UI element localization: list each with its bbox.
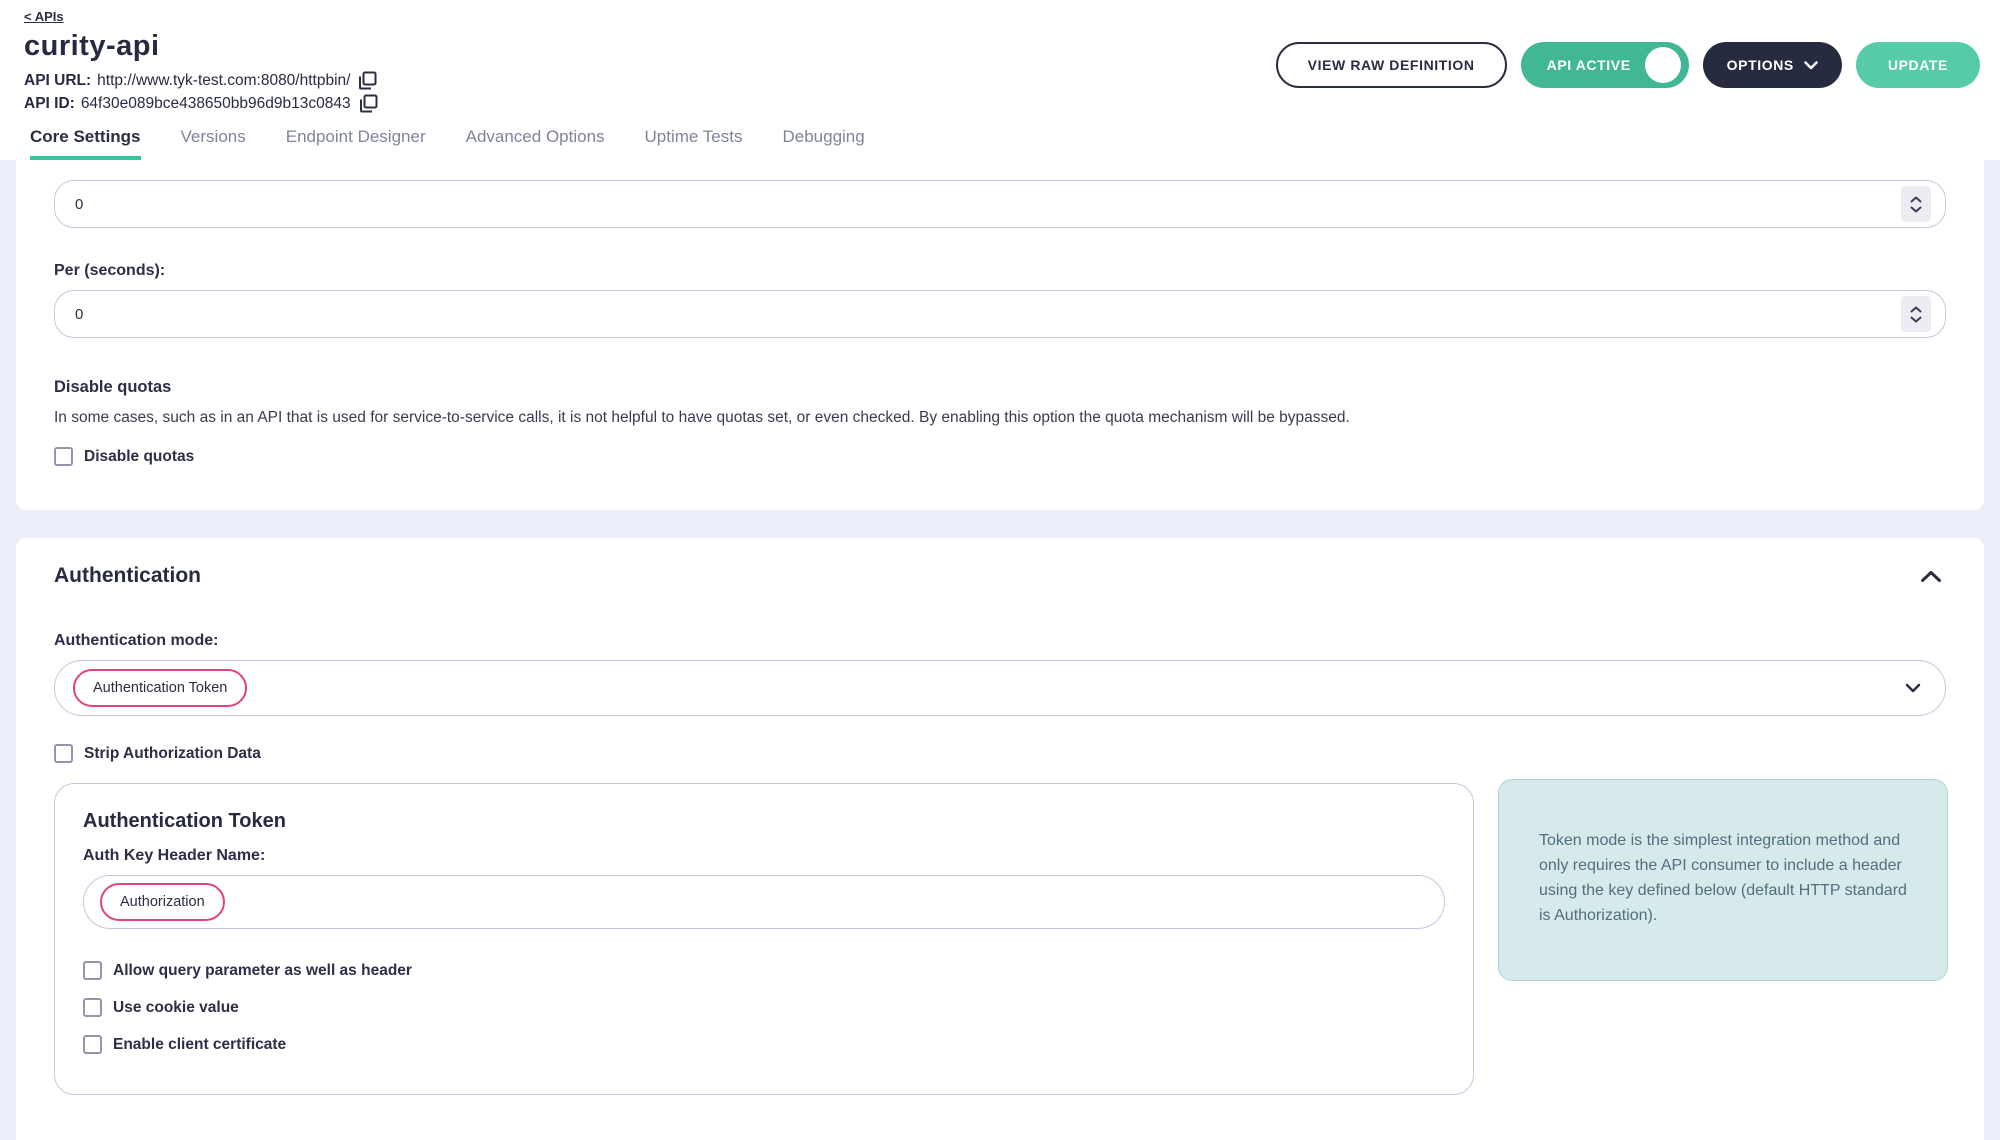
chevron-up-icon[interactable] bbox=[1916, 566, 1946, 587]
toggle-knob bbox=[1645, 47, 1681, 83]
rate-limit-card: 0 Per (seconds): 0 Disable quotas In som… bbox=[16, 160, 1984, 510]
tab-versions[interactable]: Versions bbox=[181, 127, 246, 160]
tab-core-settings[interactable]: Core Settings bbox=[30, 127, 141, 160]
tab-endpoint-designer[interactable]: Endpoint Designer bbox=[286, 127, 426, 160]
allow-query-parameter-checkbox-row[interactable]: Allow query parameter as well as header bbox=[83, 961, 1445, 980]
tab-bar: Core Settings Versions Endpoint Designer… bbox=[24, 127, 1984, 160]
strip-authorization-checkbox-label: Strip Authorization Data bbox=[84, 745, 261, 763]
tab-uptime-tests[interactable]: Uptime Tests bbox=[645, 127, 743, 160]
authentication-section-title: Authentication bbox=[54, 564, 201, 588]
allow-query-parameter-label: Allow query parameter as well as header bbox=[113, 962, 412, 980]
auth-key-header-input[interactable]: Authorization bbox=[83, 875, 1445, 929]
authentication-token-box: Authentication Token Auth Key Header Nam… bbox=[54, 783, 1474, 1095]
auth-key-header-value-tag: Authorization bbox=[100, 883, 225, 921]
api-active-toggle[interactable]: API ACTIVE bbox=[1521, 42, 1689, 88]
authentication-token-heading: Authentication Token bbox=[83, 810, 1445, 833]
enable-client-certificate-label: Enable client certificate bbox=[113, 1036, 286, 1054]
per-seconds-input[interactable]: 0 bbox=[54, 290, 1946, 338]
auth-key-header-label: Auth Key Header Name: bbox=[83, 847, 1445, 865]
update-button[interactable]: UPDATE bbox=[1856, 42, 1980, 88]
tab-debugging[interactable]: Debugging bbox=[782, 127, 864, 160]
disable-quotas-checkbox-label: Disable quotas bbox=[84, 448, 194, 466]
token-mode-info-text: Token mode is the simplest integration m… bbox=[1539, 828, 1907, 928]
view-raw-definition-button[interactable]: VIEW RAW DEFINITION bbox=[1276, 42, 1507, 88]
page-title: curity-api bbox=[24, 30, 378, 63]
tab-advanced-options[interactable]: Advanced Options bbox=[466, 127, 605, 160]
use-cookie-value-checkbox-row[interactable]: Use cookie value bbox=[83, 998, 1445, 1017]
strip-authorization-checkbox-row[interactable]: Strip Authorization Data bbox=[54, 744, 1946, 763]
chevron-down-icon bbox=[1905, 683, 1921, 693]
api-identity: curity-api API URL: http://www.tyk-test.… bbox=[24, 26, 378, 117]
per-seconds-label: Per (seconds): bbox=[54, 262, 1946, 280]
options-button[interactable]: OPTIONS bbox=[1703, 42, 1842, 88]
page-header: < APIs curity-api API URL: http://www.ty… bbox=[0, 0, 2000, 160]
disable-quotas-heading: Disable quotas bbox=[54, 378, 1946, 397]
enable-client-certificate-checkbox-row[interactable]: Enable client certificate bbox=[83, 1035, 1445, 1054]
rate-input-value: 0 bbox=[75, 196, 83, 213]
authentication-mode-value-tag: Authentication Token bbox=[73, 669, 247, 707]
options-button-label: OPTIONS bbox=[1727, 57, 1794, 73]
api-id-label: API ID: bbox=[24, 95, 75, 113]
breadcrumb-apis-link[interactable]: < APIs bbox=[24, 9, 64, 24]
header-actions: VIEW RAW DEFINITION API ACTIVE OPTIONS U… bbox=[1276, 42, 1980, 88]
chevron-down-icon bbox=[1804, 61, 1818, 70]
copy-api-url-icon[interactable] bbox=[358, 71, 377, 90]
per-seconds-input-value: 0 bbox=[75, 306, 83, 323]
api-url-value: http://www.tyk-test.com:8080/httpbin/ bbox=[97, 72, 350, 90]
disable-quotas-description: In some cases, such as in an API that is… bbox=[54, 407, 1946, 429]
use-cookie-value-label: Use cookie value bbox=[113, 999, 239, 1017]
allow-query-parameter-checkbox[interactable] bbox=[83, 961, 102, 980]
number-spinner-icon[interactable] bbox=[1901, 296, 1931, 332]
copy-api-id-icon[interactable] bbox=[359, 94, 378, 113]
use-cookie-value-checkbox[interactable] bbox=[83, 998, 102, 1017]
token-mode-info-box: Token mode is the simplest integration m… bbox=[1498, 779, 1948, 981]
disable-quotas-checkbox-row[interactable]: Disable quotas bbox=[54, 447, 1946, 466]
authentication-mode-select[interactable]: Authentication Token bbox=[54, 660, 1946, 716]
page-content: 0 Per (seconds): 0 Disable quotas In som… bbox=[0, 160, 2000, 1140]
api-url-label: API URL: bbox=[24, 72, 91, 90]
disable-quotas-checkbox[interactable] bbox=[54, 447, 73, 466]
authentication-mode-label: Authentication mode: bbox=[54, 632, 1946, 650]
authentication-card: Authentication Authentication mode: Auth… bbox=[16, 538, 1984, 1140]
api-active-toggle-label: API ACTIVE bbox=[1547, 57, 1631, 73]
enable-client-certificate-checkbox[interactable] bbox=[83, 1035, 102, 1054]
number-spinner-icon[interactable] bbox=[1901, 186, 1931, 222]
api-id-line: API ID: 64f30e089bce438650bb96d9b13c0843 bbox=[24, 94, 378, 113]
rate-input[interactable]: 0 bbox=[54, 180, 1946, 228]
api-url-line: API URL: http://www.tyk-test.com:8080/ht… bbox=[24, 71, 378, 90]
api-id-value: 64f30e089bce438650bb96d9b13c0843 bbox=[81, 95, 351, 113]
strip-authorization-checkbox[interactable] bbox=[54, 744, 73, 763]
